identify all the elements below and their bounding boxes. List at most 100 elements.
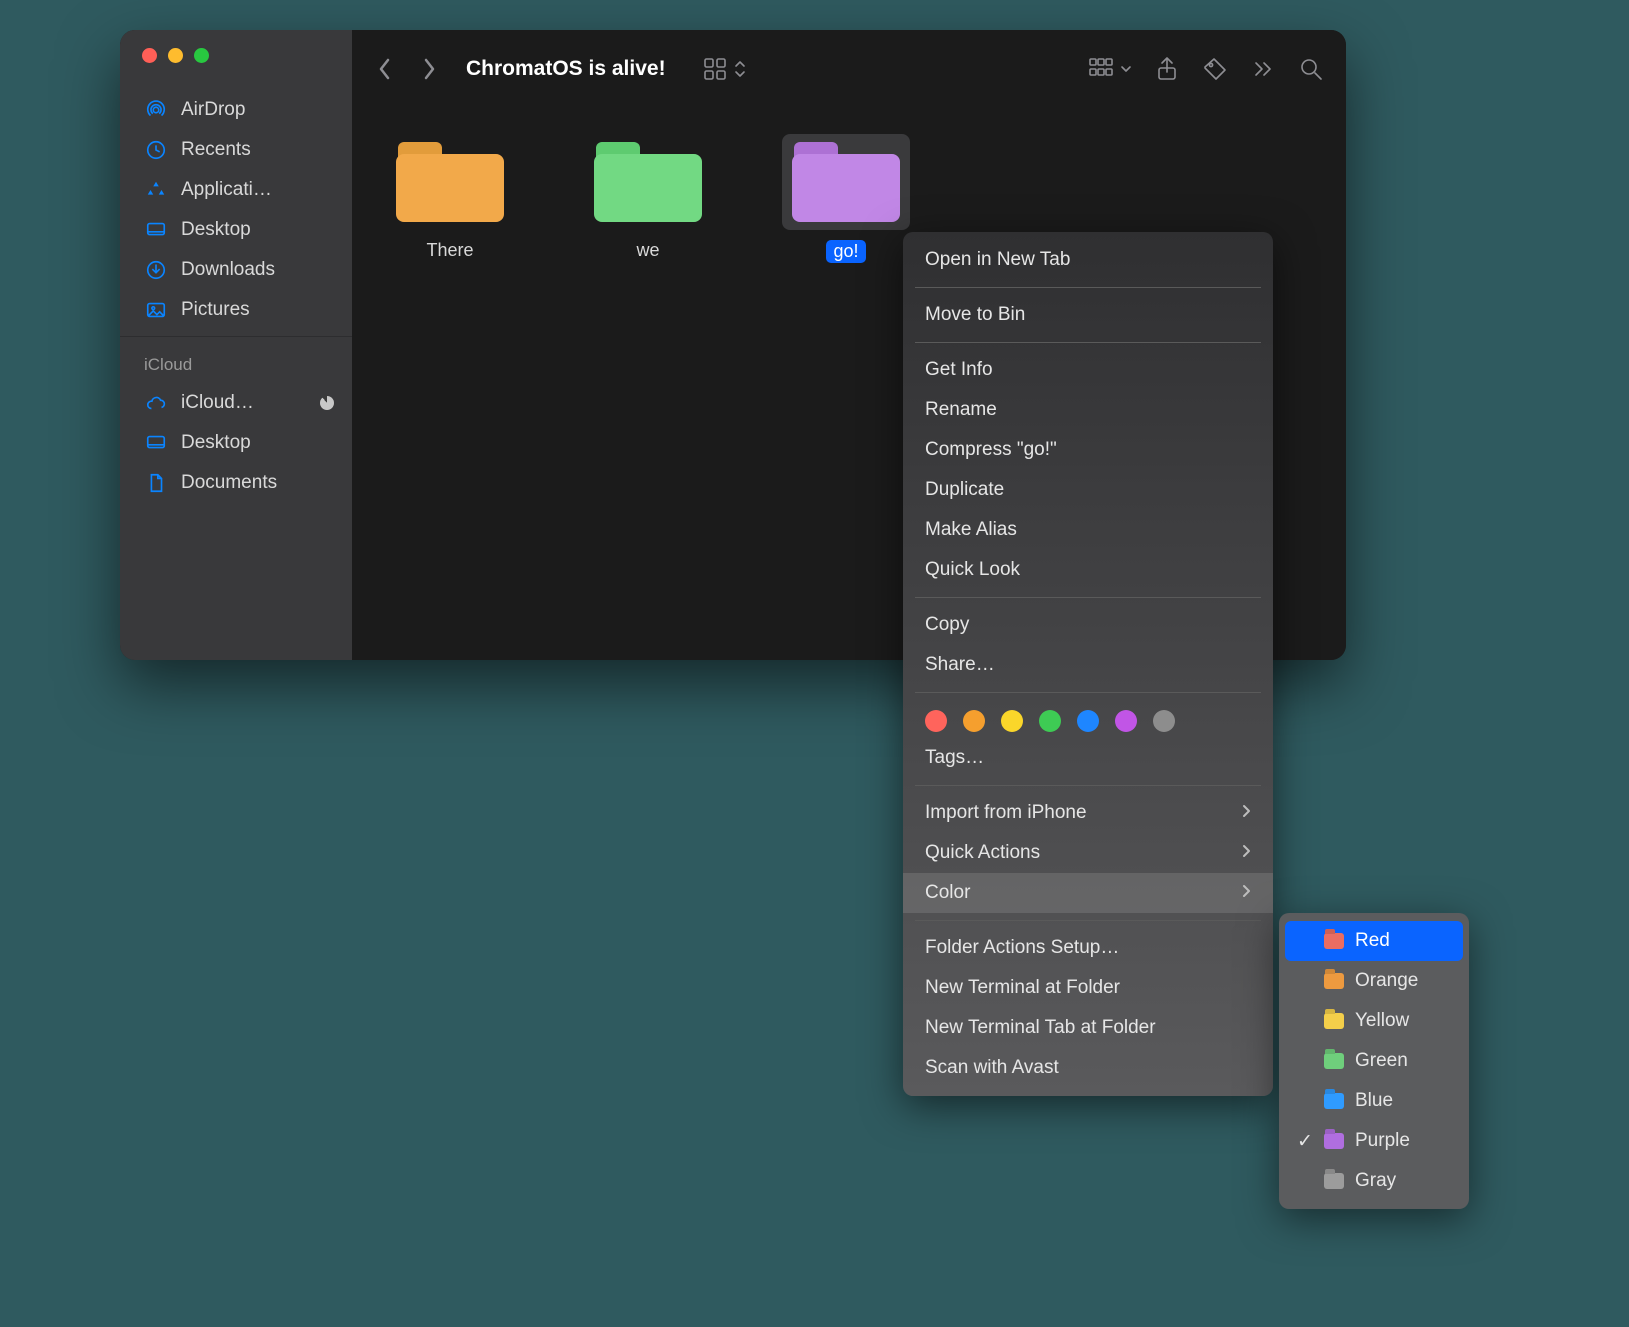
color-swatch-icon bbox=[1324, 1093, 1344, 1109]
minimize-window-button[interactable] bbox=[168, 48, 183, 63]
more-button[interactable] bbox=[1250, 56, 1276, 82]
menu-item[interactable]: Quick Look bbox=[903, 550, 1273, 590]
document-icon bbox=[144, 471, 168, 495]
color-swatch-icon bbox=[1324, 1173, 1344, 1189]
sidebar-item-pictures[interactable]: Pictures bbox=[120, 290, 352, 330]
menu-item[interactable]: Color bbox=[903, 873, 1273, 913]
menu-item[interactable]: Scan with Avast bbox=[903, 1048, 1273, 1088]
search-button[interactable] bbox=[1298, 56, 1324, 82]
toolbar: ChromatOS is alive! bbox=[352, 30, 1346, 108]
menu-tag-colors bbox=[903, 700, 1273, 738]
sidebar-item-label: Pictures bbox=[181, 299, 334, 321]
sidebar-item-label: Downloads bbox=[181, 259, 334, 281]
color-swatch-icon bbox=[1324, 1053, 1344, 1069]
menu-item[interactable]: Import from iPhone bbox=[903, 793, 1273, 833]
sidebar-item-downloads[interactable]: Downloads bbox=[120, 250, 352, 290]
submenu-item[interactable]: Yellow bbox=[1279, 1001, 1469, 1041]
tag-color-dot[interactable] bbox=[925, 710, 947, 732]
menu-separator bbox=[915, 920, 1261, 921]
close-window-button[interactable] bbox=[142, 48, 157, 63]
menu-item-label: Duplicate bbox=[925, 479, 1251, 501]
submenu-item-label: Green bbox=[1355, 1050, 1408, 1072]
sidebar-item-desktop[interactable]: Desktop bbox=[120, 423, 352, 463]
color-swatch-icon bbox=[1324, 933, 1344, 949]
chevron-right-icon bbox=[1241, 842, 1251, 864]
clock-icon bbox=[144, 138, 168, 162]
download-icon bbox=[144, 258, 168, 282]
folder-icon bbox=[396, 142, 504, 222]
folder-name: go! bbox=[826, 240, 865, 263]
submenu-item[interactable]: Green bbox=[1279, 1041, 1469, 1081]
chevron-right-icon bbox=[1241, 882, 1251, 904]
menu-item[interactable]: Share… bbox=[903, 645, 1273, 685]
view-icon-button[interactable] bbox=[702, 56, 746, 82]
menu-item[interactable]: Get Info bbox=[903, 350, 1273, 390]
color-swatch-icon bbox=[1324, 973, 1344, 989]
menu-separator bbox=[915, 287, 1261, 288]
sidebar-item-recents[interactable]: Recents bbox=[120, 130, 352, 170]
folder-item[interactable]: There bbox=[380, 134, 520, 261]
submenu-item[interactable]: Blue bbox=[1279, 1081, 1469, 1121]
forward-button[interactable] bbox=[418, 52, 440, 86]
menu-item-label: Color bbox=[925, 882, 1241, 904]
menu-item[interactable]: Open in New Tab bbox=[903, 240, 1273, 280]
group-by-button[interactable] bbox=[1088, 56, 1132, 82]
submenu-item[interactable]: Red bbox=[1285, 921, 1463, 961]
menu-item-label: New Terminal at Folder bbox=[925, 977, 1251, 999]
share-button[interactable] bbox=[1154, 56, 1180, 82]
menu-item[interactable]: Copy bbox=[903, 605, 1273, 645]
sidebar-item-label: Desktop bbox=[181, 219, 334, 241]
airdrop-icon bbox=[144, 98, 168, 122]
menu-separator bbox=[915, 692, 1261, 693]
submenu-item-label: Orange bbox=[1355, 970, 1418, 992]
menu-item[interactable]: Folder Actions Setup… bbox=[903, 928, 1273, 968]
color-submenu: Red Orange Yellow Green Blue ✓ Purple Gray bbox=[1279, 913, 1469, 1209]
tag-color-dot[interactable] bbox=[1039, 710, 1061, 732]
menu-item[interactable]: New Terminal at Folder bbox=[903, 968, 1273, 1008]
sidebar-item-icloud[interactable]: iCloud… bbox=[120, 383, 352, 423]
menu-separator bbox=[915, 597, 1261, 598]
submenu-item-label: Purple bbox=[1355, 1130, 1410, 1152]
submenu-item-label: Red bbox=[1355, 930, 1390, 952]
menu-item-label: Share… bbox=[925, 654, 1251, 676]
folder-item[interactable]: we bbox=[578, 134, 718, 261]
tag-color-dot[interactable] bbox=[1001, 710, 1023, 732]
fullscreen-window-button[interactable] bbox=[194, 48, 209, 63]
menu-item[interactable]: Quick Actions bbox=[903, 833, 1273, 873]
menu-item[interactable]: Rename bbox=[903, 390, 1273, 430]
menu-item-label: Rename bbox=[925, 399, 1251, 421]
menu-item[interactable]: Duplicate bbox=[903, 470, 1273, 510]
menu-item-label: Scan with Avast bbox=[925, 1057, 1251, 1079]
tag-color-dot[interactable] bbox=[1115, 710, 1137, 732]
menu-item-label: New Terminal Tab at Folder bbox=[925, 1017, 1251, 1039]
menu-item[interactable]: Make Alias bbox=[903, 510, 1273, 550]
check-icon: ✓ bbox=[1297, 1130, 1313, 1153]
tags-button[interactable] bbox=[1202, 56, 1228, 82]
window-title: ChromatOS is alive! bbox=[466, 57, 666, 81]
tag-color-dot[interactable] bbox=[1153, 710, 1175, 732]
folder-icon bbox=[594, 142, 702, 222]
sidebar-item-documents[interactable]: Documents bbox=[120, 463, 352, 503]
menu-item[interactable]: Compress "go!" bbox=[903, 430, 1273, 470]
context-menu: Open in New Tab Move to Bin Get Info Rename… bbox=[903, 232, 1273, 1096]
menu-item[interactable]: Tags… bbox=[903, 738, 1273, 778]
back-button[interactable] bbox=[374, 52, 396, 86]
color-swatch-icon bbox=[1324, 1133, 1344, 1149]
menu-separator bbox=[915, 785, 1261, 786]
submenu-item[interactable]: Gray bbox=[1279, 1161, 1469, 1201]
submenu-item[interactable]: ✓ Purple bbox=[1279, 1121, 1469, 1161]
submenu-item-label: Blue bbox=[1355, 1090, 1393, 1112]
menu-item-label: Compress "go!" bbox=[925, 439, 1251, 461]
menu-item[interactable]: Move to Bin bbox=[903, 295, 1273, 335]
sidebar-item-desktop[interactable]: Desktop bbox=[120, 210, 352, 250]
sidebar-item-airdrop[interactable]: AirDrop bbox=[120, 90, 352, 130]
folder-item[interactable]: go! bbox=[776, 134, 916, 263]
menu-item-label: Quick Look bbox=[925, 559, 1251, 581]
sidebar-heading: iCloud bbox=[120, 351, 352, 383]
submenu-item-label: Gray bbox=[1355, 1170, 1396, 1192]
tag-color-dot[interactable] bbox=[1077, 710, 1099, 732]
sidebar-item-applicati[interactable]: Applicati… bbox=[120, 170, 352, 210]
submenu-item[interactable]: Orange bbox=[1279, 961, 1469, 1001]
menu-item[interactable]: New Terminal Tab at Folder bbox=[903, 1008, 1273, 1048]
tag-color-dot[interactable] bbox=[963, 710, 985, 732]
